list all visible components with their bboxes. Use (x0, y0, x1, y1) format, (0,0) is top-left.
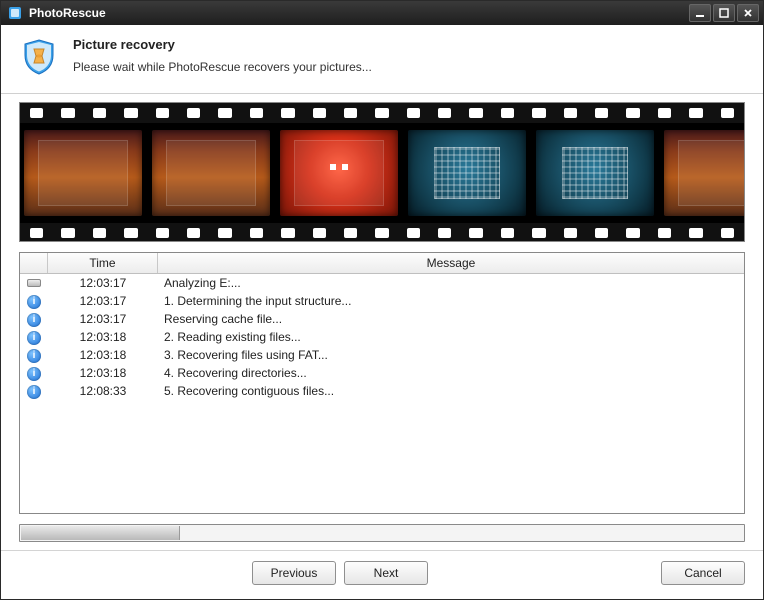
maximize-button[interactable] (713, 4, 735, 22)
info-icon: i (27, 385, 41, 399)
log-time: 12:03:18 (48, 366, 158, 380)
log-row[interactable]: i 12:03:171. Determining the input struct… (20, 292, 744, 310)
content-area: Time Message 12:03:17Analyzing E:...i12:… (1, 94, 763, 550)
filmstrip (19, 102, 745, 242)
wizard-header-icon (19, 37, 59, 77)
thumbnail[interactable] (24, 130, 142, 216)
log-time: 12:03:17 (48, 276, 158, 290)
info-icon: i (27, 331, 41, 345)
log-message: 5. Recovering contiguous files... (158, 384, 744, 398)
log-message: Reserving cache file... (158, 312, 744, 326)
log-row[interactable]: i 12:03:182. Reading existing files... (20, 328, 744, 346)
thumbnail[interactable] (152, 130, 270, 216)
log-row[interactable]: 12:03:17Analyzing E:... (20, 274, 744, 292)
log-row[interactable]: i 12:03:17Reserving cache file... (20, 310, 744, 328)
log-message: Analyzing E:... (158, 276, 744, 290)
close-button[interactable] (737, 4, 759, 22)
progress-fill (21, 526, 180, 540)
log-time: 12:03:17 (48, 312, 158, 326)
app-icon (7, 5, 23, 21)
info-icon: i (27, 313, 41, 327)
log-time: 12:03:17 (48, 294, 158, 308)
log-time: 12:08:33 (48, 384, 158, 398)
thumbnail[interactable] (536, 130, 654, 216)
page-title: Picture recovery (73, 37, 372, 52)
info-icon: i (27, 295, 41, 309)
log-row[interactable]: i 12:08:335. Recovering contiguous files.… (20, 382, 744, 400)
log-message: 2. Reading existing files... (158, 330, 744, 344)
info-icon: i (27, 349, 41, 363)
minimize-button[interactable] (689, 4, 711, 22)
thumbnail[interactable] (280, 130, 398, 216)
log-body[interactable]: 12:03:17Analyzing E:...i12:03:171. Deter… (20, 274, 744, 513)
wizard-header: Picture recovery Please wait while Photo… (1, 25, 763, 94)
page-subtitle: Please wait while PhotoRescue recovers y… (73, 60, 372, 74)
wizard-header-text: Picture recovery Please wait while Photo… (73, 37, 372, 74)
log-time: 12:03:18 (48, 330, 158, 344)
filmstrip-sprockets-bottom (20, 223, 744, 242)
thumbnail[interactable] (408, 130, 526, 216)
log-message: 1. Determining the input structure... (158, 294, 744, 308)
window-title: PhotoRescue (29, 6, 689, 20)
previous-button[interactable]: Previous (252, 561, 336, 585)
log-header-row: Time Message (20, 253, 744, 274)
progress-bar (19, 524, 745, 542)
log-row[interactable]: i 12:03:183. Recovering files using FAT..… (20, 346, 744, 364)
log-message: 4. Recovering directories... (158, 366, 744, 380)
titlebar[interactable]: PhotoRescue (1, 1, 763, 25)
filmstrip-sprockets-top (20, 103, 744, 123)
next-button[interactable]: Next (344, 561, 428, 585)
log-col-icon[interactable] (20, 253, 48, 273)
app-window: PhotoRescue Picture recovery (0, 0, 764, 600)
drive-icon (27, 279, 41, 287)
log-message: 3. Recovering files using FAT... (158, 348, 744, 362)
wizard-buttons: Previous Next Cancel (1, 550, 763, 599)
thumbnail[interactable] (664, 130, 745, 216)
log-time: 12:03:18 (48, 348, 158, 362)
cancel-button[interactable]: Cancel (661, 561, 745, 585)
thumbnail-row (20, 123, 744, 223)
info-icon: i (27, 367, 41, 381)
log-col-time[interactable]: Time (48, 253, 158, 273)
log-col-message[interactable]: Message (158, 253, 744, 273)
log-row[interactable]: i 12:03:184. Recovering directories... (20, 364, 744, 382)
window-controls (689, 4, 759, 22)
log-table: Time Message 12:03:17Analyzing E:...i12:… (19, 252, 745, 514)
